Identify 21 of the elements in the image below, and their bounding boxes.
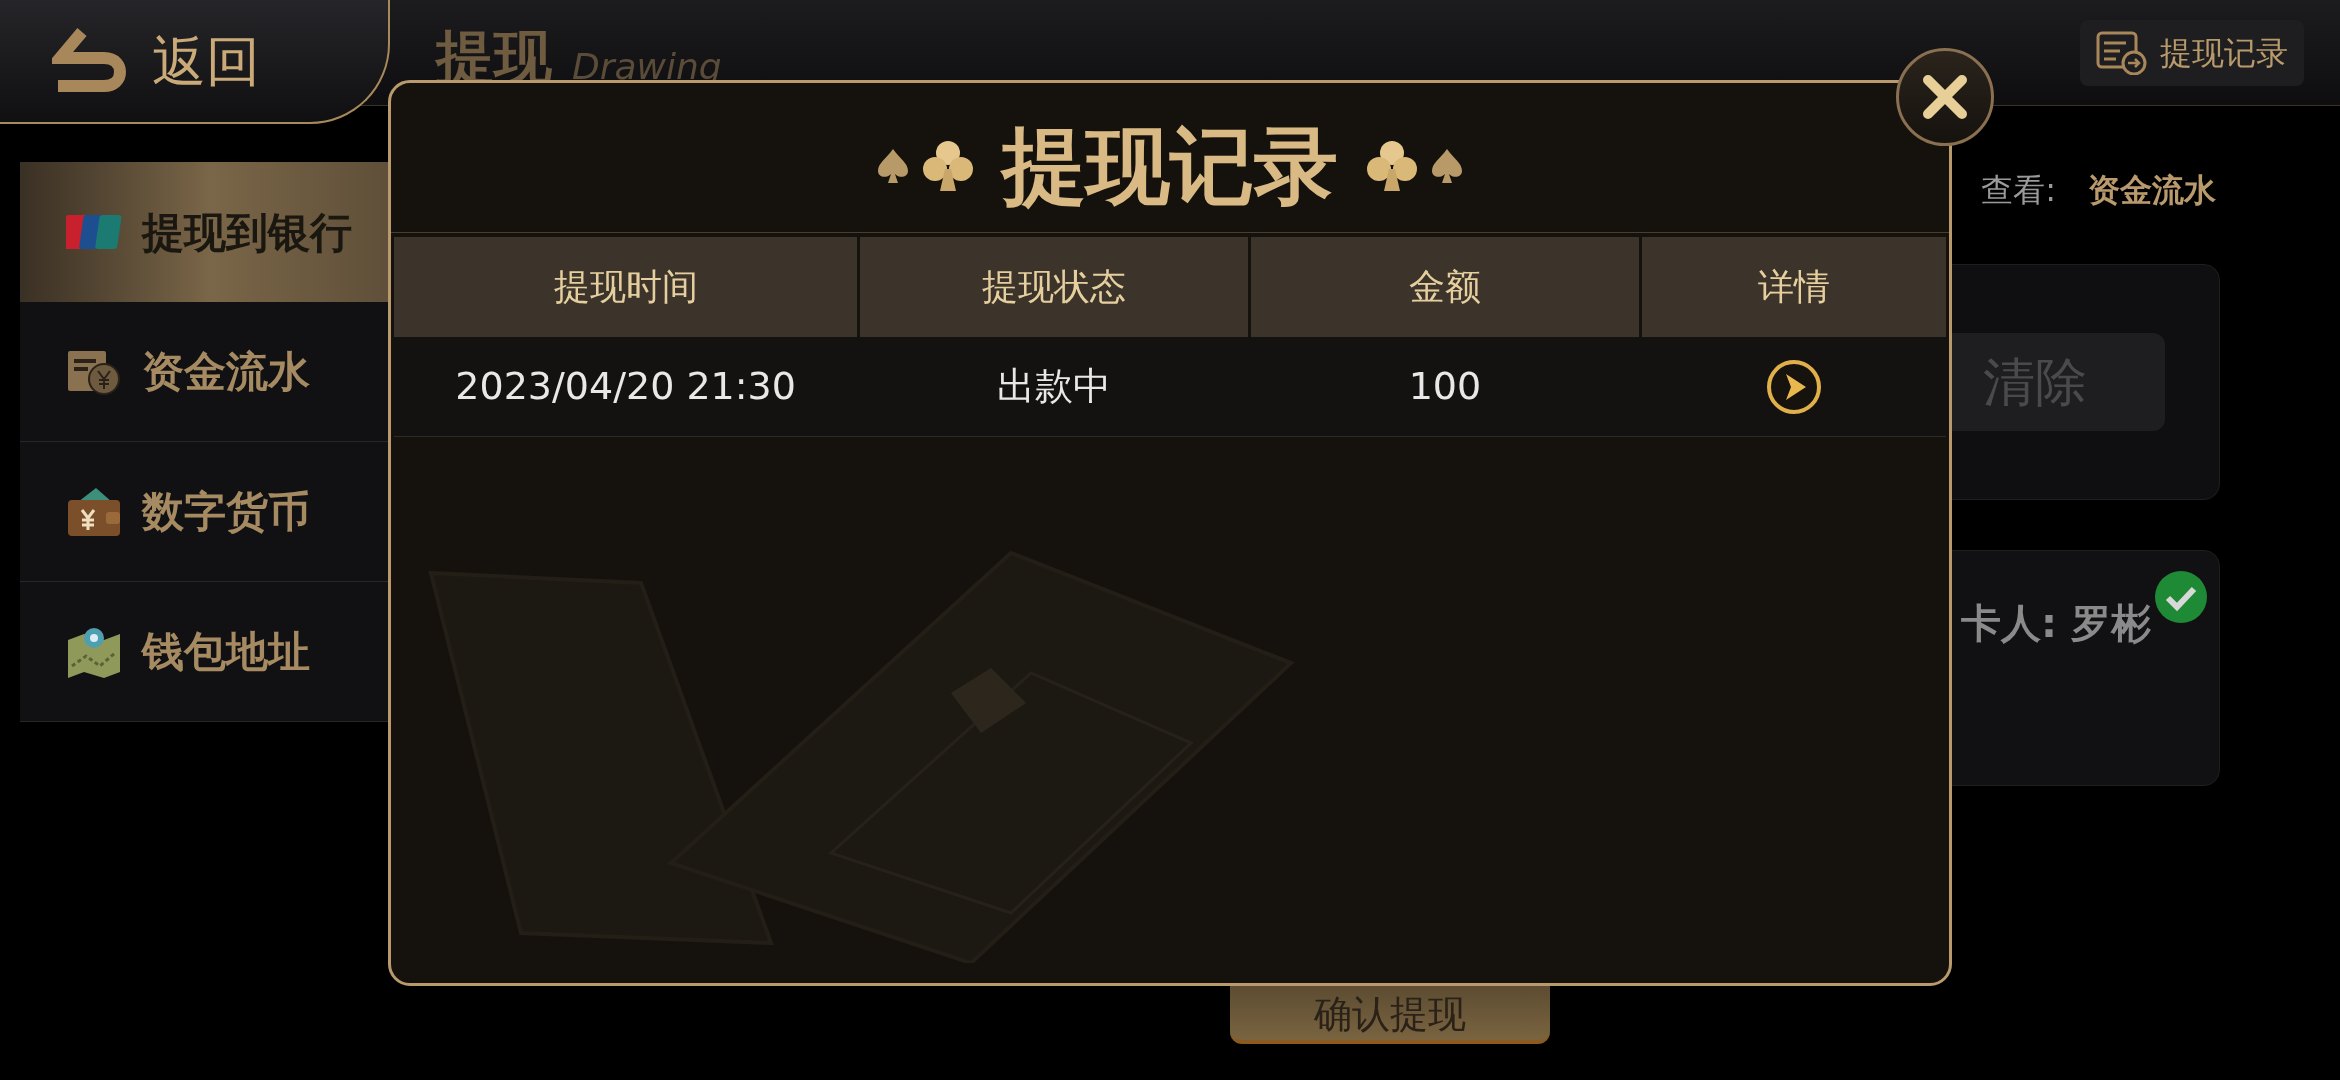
table-cell-text: 2023/04/20 21:30	[454, 363, 797, 410]
column-header: 详情	[1641, 237, 1946, 337]
hint-label: 查看:	[1981, 170, 2056, 211]
column-header: 金额	[1251, 237, 1639, 337]
funds-flow-link[interactable]: 资金流水	[2088, 166, 2216, 214]
bank-card-icon	[66, 213, 122, 251]
table-cell-text: 100	[1407, 363, 1483, 410]
map-pin-icon	[66, 625, 122, 678]
column-header: 提现状态	[860, 237, 1249, 337]
back-button[interactable]: 返回	[0, 0, 390, 124]
club-icon	[922, 138, 974, 193]
column-header: 提现时间	[394, 237, 858, 337]
dialog-title: 提现记录	[1002, 115, 1338, 217]
close-icon	[1920, 72, 1970, 122]
club-icon	[1366, 138, 1418, 193]
coin-document-icon	[66, 348, 122, 395]
page-subtitle: Drawing	[572, 45, 722, 89]
record-icon	[2096, 30, 2148, 75]
cardholder-name: 卡人: 罗彬	[1961, 599, 2151, 648]
table-cell-text: 出款中	[996, 363, 1113, 410]
withdrawal-records-button[interactable]: 提现记录	[2080, 19, 2304, 86]
